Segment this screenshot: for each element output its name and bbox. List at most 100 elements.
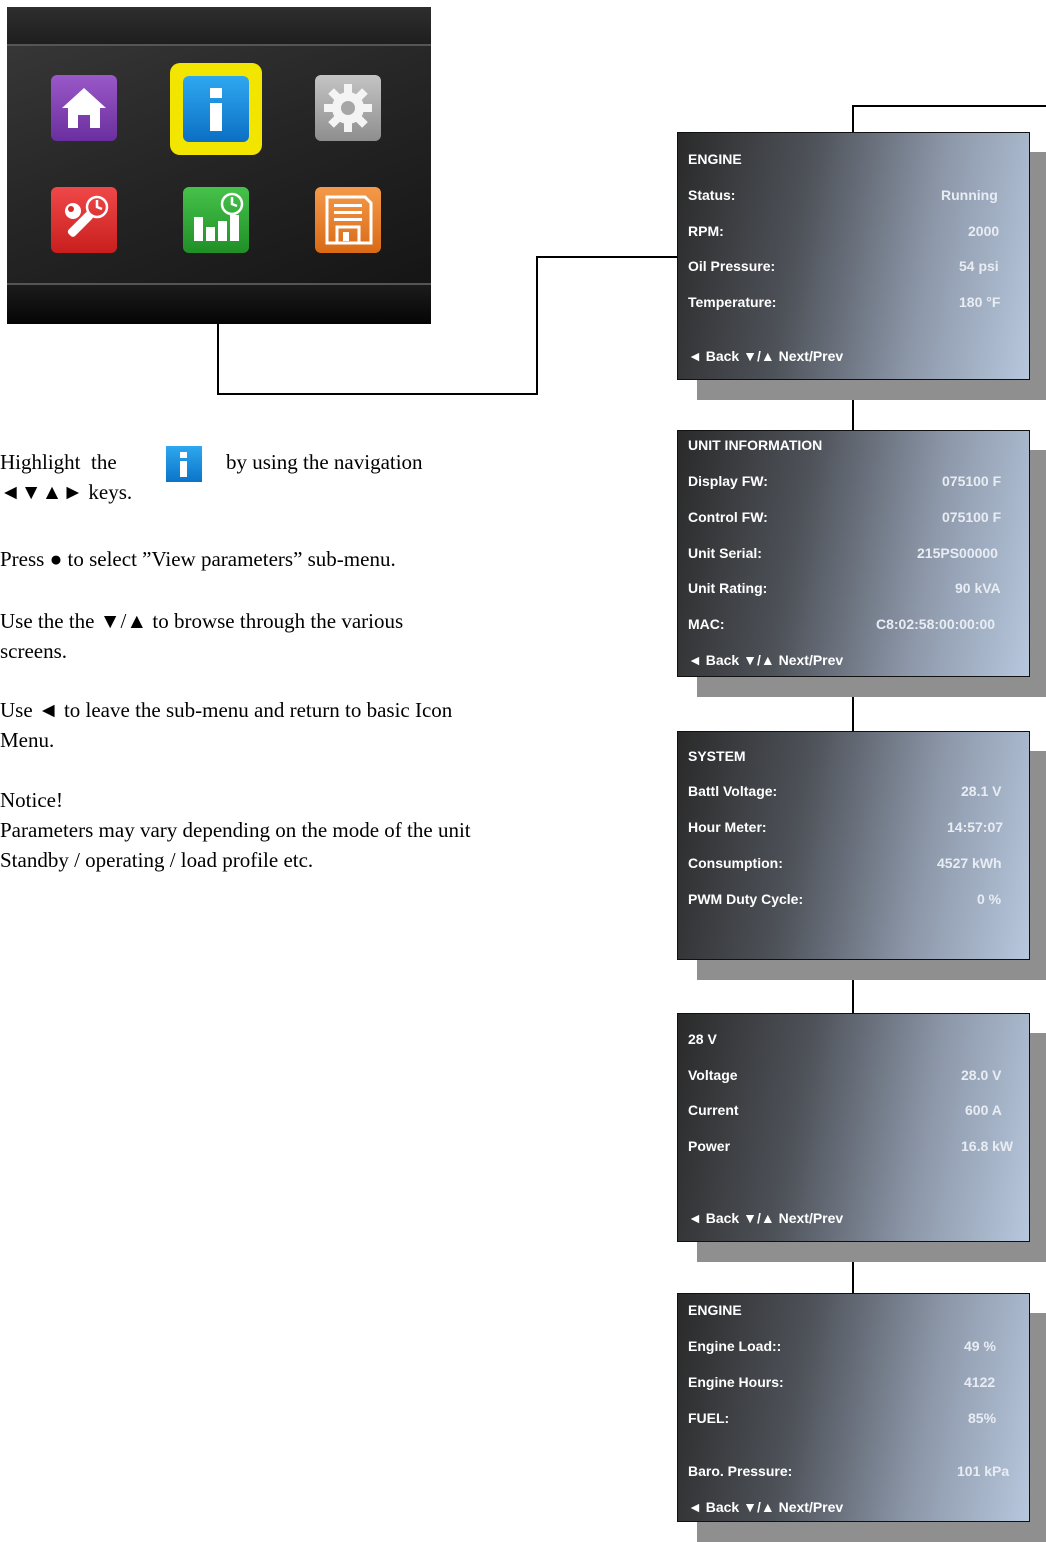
screen-title: UNIT INFORMATION	[688, 437, 823, 453]
param-value: Running	[941, 187, 998, 203]
param-label: Battl Voltage:	[688, 783, 778, 799]
param-value: 90 kVA	[955, 580, 1001, 596]
info-icon[interactable]	[183, 76, 249, 142]
notice-text: Standby / operating / load profile etc.	[0, 848, 314, 872]
nav-hint: ◄ Back ▼/▲ Next/Prev	[688, 1499, 844, 1515]
param-value: 14:57:07	[947, 819, 1004, 835]
screen-title: ENGINE	[688, 151, 742, 167]
param-row: Engine Hours: 4122	[688, 1374, 1029, 1394]
param-value: 101 kPa	[957, 1463, 1010, 1479]
param-label: RPM:	[688, 223, 724, 239]
wrench-clock-icon[interactable]	[51, 187, 117, 253]
connector-line	[217, 324, 219, 395]
param-label: Unit Serial:	[688, 545, 762, 561]
param-row: Consumption: 4527 kWh	[688, 855, 1029, 875]
gear-icon[interactable]	[315, 75, 381, 141]
param-label: FUEL:	[688, 1410, 730, 1426]
home-icon[interactable]	[51, 75, 117, 141]
save-icon[interactable]	[315, 187, 381, 253]
param-label: Engine Load::	[688, 1338, 782, 1354]
param-row: Display FW: 075100 F	[688, 473, 1029, 493]
menu-bottom-bar	[7, 284, 431, 324]
param-row: FUEL: 85%	[688, 1410, 1029, 1430]
param-row: Engine Load:: 49 %	[688, 1338, 1029, 1358]
param-label: Baro. Pressure:	[688, 1463, 793, 1479]
param-value: 2000	[968, 223, 1000, 239]
param-value: 16.8 kW	[961, 1138, 1014, 1154]
screen-title: SYSTEM	[688, 748, 746, 764]
param-row: Battl Voltage: 28.1 V	[688, 783, 1029, 803]
param-row: Unit Rating: 90 kVA	[688, 580, 1029, 600]
param-value: C8:02:58:00:00:00	[876, 616, 996, 632]
param-label: Power	[688, 1138, 731, 1154]
param-row: Status: Running	[688, 187, 1029, 207]
connector-line	[536, 256, 538, 395]
param-row: Hour Meter: 14:57:07	[688, 819, 1029, 839]
param-value: 600 A	[965, 1102, 1002, 1118]
connector-line	[852, 697, 854, 731]
screen-title: 28 V	[688, 1031, 717, 1047]
screen-panel: SYSTEM Battl Voltage: 28.1 V Hour Meter: 1…	[677, 731, 1030, 960]
param-label: Voltage	[688, 1067, 738, 1083]
param-row: PWM Duty Cycle: 0 %	[688, 891, 1029, 911]
param-label: Oil Pressure:	[688, 258, 776, 274]
parameter-screen-engine: ENGINE Status: Running RPM: 2000 Oil Press…	[677, 132, 1046, 402]
param-label: Hour Meter:	[688, 819, 767, 835]
connector-line	[852, 1262, 854, 1293]
connector-line	[536, 256, 677, 258]
parameter-screen-28v: 28 V Voltage 28.0 V Current 600 A Power 16.…	[677, 1013, 1046, 1264]
param-value: 4527 kWh	[937, 855, 1002, 871]
notice-text: Parameters may vary depending on the mod…	[0, 818, 471, 842]
param-label: Current	[688, 1102, 739, 1118]
nav-hint: ◄ Back ▼/▲ Next/Prev	[688, 1210, 844, 1226]
info-icon	[166, 446, 202, 482]
screen-panel: UNIT INFORMATION Display FW: 075100 F Con…	[677, 430, 1030, 677]
nav-hint: ◄ Back ▼/▲ Next/Prev	[688, 348, 844, 364]
param-value: 075100 F	[942, 509, 1002, 525]
instruction-line: Use ◄ to leave the sub-menu and return t…	[0, 698, 453, 722]
param-value: 4122	[964, 1374, 996, 1390]
param-label: Engine Hours:	[688, 1374, 784, 1390]
instruction-line: Press ● to select ”View parameters” sub-…	[0, 547, 396, 571]
param-row: Current 600 A	[688, 1102, 1029, 1122]
screen-panel: ENGINE Engine Load:: 49 % Engine Hours: 41…	[677, 1293, 1030, 1522]
instruction-line: Highlight the	[0, 450, 117, 474]
param-label: Status:	[688, 187, 736, 203]
instruction-line: screens.	[0, 639, 68, 663]
param-value: 49 %	[964, 1338, 996, 1354]
parameter-screen-unit-information: UNIT INFORMATION Display FW: 075100 F Con…	[677, 430, 1046, 700]
param-row: MAC: C8:02:58:00:00:00	[688, 616, 1029, 636]
icon-menu	[7, 7, 431, 324]
instruction-line: Menu.	[0, 728, 55, 752]
connector-line	[852, 980, 854, 1013]
param-row: Oil Pressure: 54 psi	[688, 258, 1029, 278]
param-row: Unit Serial: 215PS00000	[688, 545, 1029, 565]
connector-line	[852, 105, 854, 132]
instruction-line: ◄▼▲► keys.	[0, 480, 133, 504]
param-value: 28.1 V	[961, 783, 1002, 799]
instruction-line: Use the the ▼/▲ to browse through the va…	[0, 609, 404, 633]
param-label: Consumption:	[688, 855, 783, 871]
param-value: 215PS00000	[917, 545, 998, 561]
parameter-screen-engine-2: ENGINE Engine Load:: 49 % Engine Hours: 41…	[677, 1293, 1046, 1542]
screen-panel: 28 V Voltage 28.0 V Current 600 A Power 16.…	[677, 1013, 1030, 1242]
param-label: Display FW:	[688, 473, 768, 489]
param-label: Control FW:	[688, 509, 768, 525]
param-value: 180 °F	[959, 294, 1001, 310]
param-row: Baro. Pressure: 101 kPa	[688, 1463, 1029, 1483]
instruction-line: by using the navigation	[226, 450, 423, 474]
connector-line	[852, 400, 854, 430]
param-value: 075100 F	[942, 473, 1002, 489]
menu-divider-bottom	[7, 283, 431, 285]
param-row: Power 16.8 kW	[688, 1138, 1029, 1158]
param-label: Unit Rating:	[688, 580, 768, 596]
menu-divider-top	[7, 44, 431, 46]
param-value: 28.0 V	[961, 1067, 1002, 1083]
param-row: RPM: 2000	[688, 223, 1029, 243]
connector-line	[217, 393, 538, 395]
param-row: Voltage 28.0 V	[688, 1067, 1029, 1087]
chart-clock-icon[interactable]	[183, 187, 249, 253]
param-value: 0 %	[977, 891, 1002, 907]
param-value: 85%	[968, 1410, 997, 1426]
param-label: MAC:	[688, 616, 725, 632]
